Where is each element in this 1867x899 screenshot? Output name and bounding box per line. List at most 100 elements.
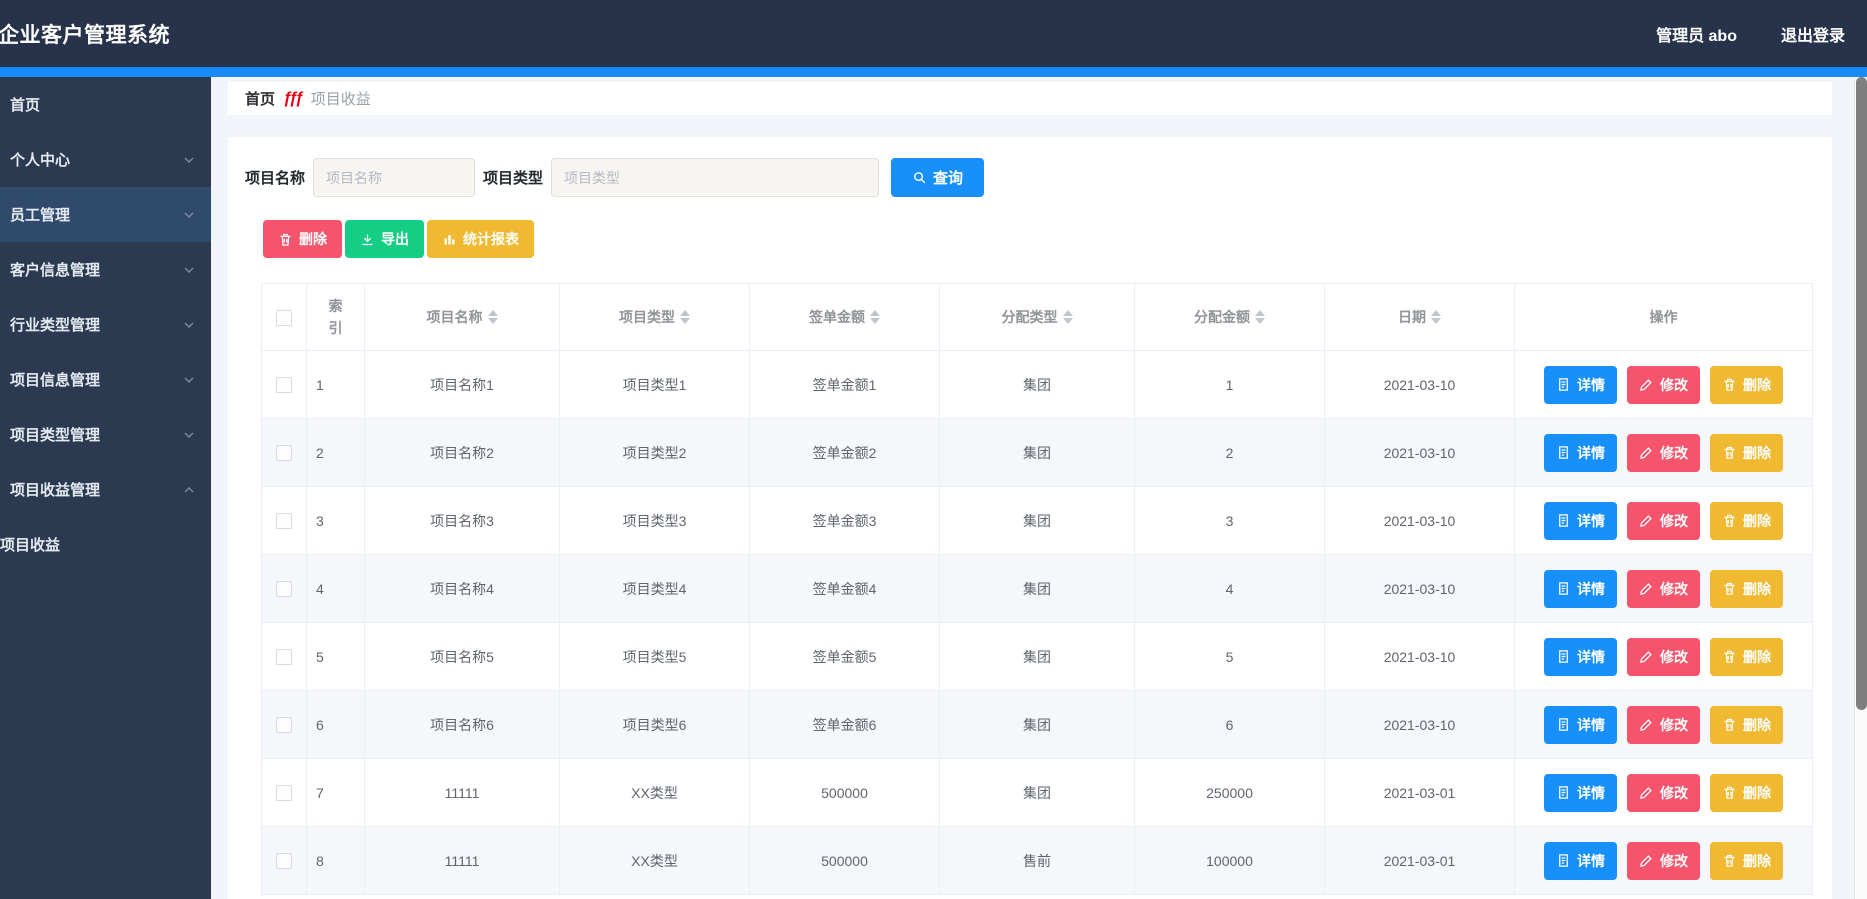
edit-button[interactable]: 修改 bbox=[1627, 773, 1700, 812]
edit-button[interactable]: 修改 bbox=[1627, 637, 1700, 676]
delete-button-label: 删除 bbox=[1743, 444, 1771, 461]
chevron-up-icon bbox=[181, 482, 197, 498]
detail-button[interactable]: 详情 bbox=[1544, 705, 1617, 744]
row-select-cell bbox=[261, 826, 307, 895]
project-type-input[interactable] bbox=[551, 158, 880, 197]
top-bar: 企业客户管理系统 管理员 abo 退出登录 bbox=[0, 0, 1867, 67]
edit-button[interactable]: 修改 bbox=[1627, 841, 1700, 880]
column-header-sign-amount[interactable]: 签单金额 bbox=[749, 283, 940, 351]
column-header-alloc-type[interactable]: 分配类型 bbox=[939, 283, 1135, 351]
cell-alloc-amount: 2 bbox=[1134, 418, 1325, 487]
report-button[interactable]: 统计报表 bbox=[427, 220, 534, 258]
sidebar-item-industry-type-management[interactable]: 行业类型管理 bbox=[0, 297, 211, 352]
sidebar-item-project-income[interactable]: 项目收益 bbox=[0, 517, 211, 572]
document-icon bbox=[1559, 514, 1568, 527]
logout-link[interactable]: 退出登录 bbox=[1781, 22, 1845, 46]
cell-date: 2021-03-10 bbox=[1324, 486, 1515, 555]
sidebar-item-personal-center[interactable]: 个人中心 bbox=[0, 132, 211, 187]
query-button[interactable]: 查询 bbox=[891, 158, 985, 197]
cell-project-type: 项目类型5 bbox=[559, 622, 750, 691]
row-checkbox[interactable] bbox=[276, 581, 292, 598]
column-header-project-type[interactable]: 项目类型 bbox=[559, 283, 750, 351]
row-checkbox[interactable] bbox=[276, 513, 292, 530]
edit-button[interactable]: 修改 bbox=[1627, 433, 1700, 472]
delete-button[interactable]: 删除 bbox=[1710, 841, 1783, 880]
sidebar-item-employee-management[interactable]: 员工管理 bbox=[0, 187, 211, 242]
breadcrumb-home[interactable]: 首页 bbox=[245, 88, 275, 109]
detail-button[interactable]: 详情 bbox=[1544, 365, 1617, 404]
delete-button[interactable]: 删除 bbox=[1710, 705, 1783, 744]
row-checkbox[interactable] bbox=[276, 377, 292, 394]
cell-alloc-type: 集团 bbox=[939, 418, 1135, 487]
row-checkbox[interactable] bbox=[276, 445, 292, 462]
detail-button[interactable]: 详情 bbox=[1544, 637, 1617, 676]
delete-button[interactable]: 删除 bbox=[1710, 501, 1783, 540]
sidebar-item-home[interactable]: 首页 bbox=[0, 77, 211, 132]
edit-button[interactable]: 修改 bbox=[1627, 501, 1700, 540]
column-label: 操作 bbox=[1649, 309, 1678, 325]
detail-button[interactable]: 详情 bbox=[1544, 773, 1617, 812]
cell-alloc-amount: 100000 bbox=[1134, 826, 1325, 895]
edit-button[interactable]: 修改 bbox=[1627, 705, 1700, 744]
edit-button-label: 修改 bbox=[1660, 444, 1688, 461]
detail-button[interactable]: 详情 bbox=[1544, 433, 1617, 472]
cell-project-name: 项目名称5 bbox=[364, 622, 560, 691]
delete-button-label: 删除 bbox=[1743, 376, 1771, 393]
bulk-delete-button[interactable]: 删除 bbox=[263, 220, 342, 258]
delete-button[interactable]: 删除 bbox=[1710, 773, 1783, 812]
sort-icons[interactable] bbox=[1062, 310, 1073, 324]
edit-button[interactable]: 修改 bbox=[1627, 365, 1700, 404]
cell-project-type: XX类型 bbox=[559, 826, 750, 895]
delete-button[interactable]: 删除 bbox=[1710, 433, 1783, 472]
sort-icons[interactable] bbox=[870, 310, 880, 324]
sidebar-item-project-info-management[interactable]: 项目信息管理 bbox=[0, 352, 211, 407]
row-select-cell bbox=[261, 418, 307, 487]
delete-button[interactable]: 删除 bbox=[1710, 365, 1783, 404]
cell-index: 6 bbox=[306, 690, 365, 759]
column-header-actions: 操作 bbox=[1514, 283, 1813, 351]
select-all-checkbox[interactable] bbox=[276, 309, 292, 326]
edit-button[interactable]: 修改 bbox=[1627, 569, 1700, 608]
cell-actions: 详情 修改 删除 bbox=[1514, 486, 1813, 555]
row-checkbox[interactable] bbox=[276, 717, 292, 734]
export-button[interactable]: 导出 bbox=[345, 220, 424, 258]
sort-icons[interactable] bbox=[487, 310, 498, 324]
column-header-alloc-amount[interactable]: 分配金额 bbox=[1134, 283, 1325, 351]
row-checkbox[interactable] bbox=[276, 785, 292, 802]
row-checkbox[interactable] bbox=[276, 649, 292, 666]
pencil-icon bbox=[1640, 515, 1652, 527]
project-name-input[interactable] bbox=[313, 158, 476, 197]
row-select-cell bbox=[261, 690, 307, 759]
download-icon bbox=[362, 234, 373, 245]
cell-index: 7 bbox=[306, 758, 365, 827]
scrollbar-thumb[interactable] bbox=[1856, 77, 1867, 710]
column-label: 索引 bbox=[328, 297, 343, 336]
row-checkbox[interactable] bbox=[276, 853, 292, 870]
search-form: 项目名称 项目类型 查询 bbox=[245, 158, 1832, 197]
sort-icons[interactable] bbox=[1255, 310, 1265, 324]
column-header-project-name[interactable]: 项目名称 bbox=[364, 283, 560, 351]
detail-button[interactable]: 详情 bbox=[1544, 501, 1617, 540]
sort-icons[interactable] bbox=[1431, 310, 1441, 324]
delete-button[interactable]: 删除 bbox=[1710, 637, 1783, 676]
detail-button[interactable]: 详情 bbox=[1544, 569, 1617, 608]
cell-project-name: 项目名称1 bbox=[364, 350, 560, 419]
cell-date: 2021-03-10 bbox=[1324, 418, 1515, 487]
vertical-scrollbar[interactable] bbox=[1854, 77, 1867, 899]
search-icon bbox=[914, 172, 926, 184]
delete-button[interactable]: 删除 bbox=[1710, 569, 1783, 608]
cell-index: 8 bbox=[306, 826, 365, 895]
column-label: 项目名称 bbox=[426, 309, 483, 325]
sort-icons[interactable] bbox=[680, 310, 690, 324]
chevron-down-icon bbox=[181, 317, 197, 333]
trash-icon bbox=[1724, 514, 1735, 527]
sidebar-item-project-income-management[interactable]: 项目收益管理 bbox=[0, 462, 211, 517]
column-label: 分配类型 bbox=[1001, 309, 1058, 325]
sidebar-item-label: 个人中心 bbox=[10, 152, 71, 169]
cell-alloc-amount: 4 bbox=[1134, 554, 1325, 623]
detail-button[interactable]: 详情 bbox=[1544, 841, 1617, 880]
column-header-date[interactable]: 日期 bbox=[1324, 283, 1515, 351]
sidebar-item-customer-info-management[interactable]: 客户信息管理 bbox=[0, 242, 211, 297]
detail-button-label: 详情 bbox=[1577, 716, 1605, 733]
sidebar-item-project-type-management[interactable]: 项目类型管理 bbox=[0, 407, 211, 462]
